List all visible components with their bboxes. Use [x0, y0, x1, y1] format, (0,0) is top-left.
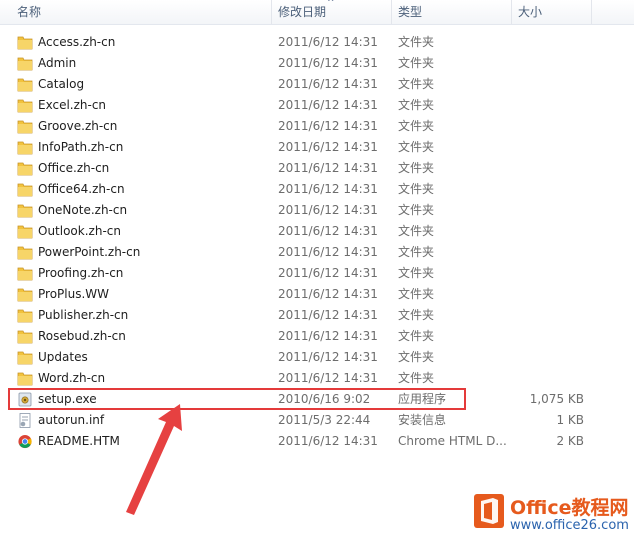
watermark-url: www.office26.com	[510, 518, 629, 533]
annotation-arrow-icon	[126, 404, 182, 515]
office-logo-icon	[474, 494, 504, 528]
watermark: Office教程网 www.office26.com	[468, 488, 634, 544]
watermark-title: Office教程网	[510, 497, 629, 519]
